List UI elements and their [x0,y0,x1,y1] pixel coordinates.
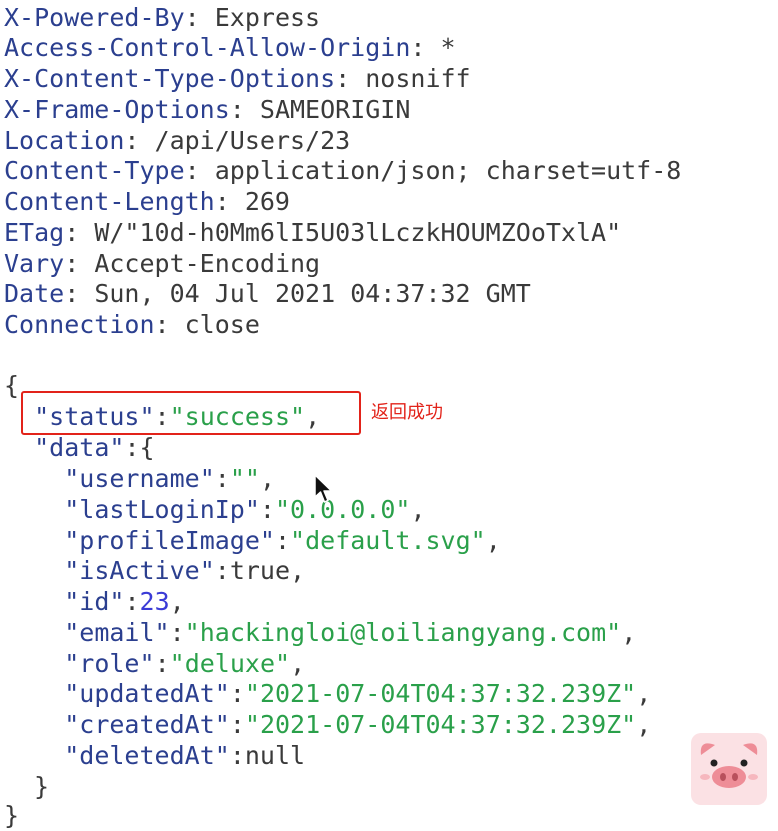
header-name: Content-Type [4,156,185,185]
json-field-line: "updatedAt":"2021-07-04T04:37:32.239Z", [64,679,652,708]
json-field-line: "createdAt":"2021-07-04T04:37:32.239Z", [64,710,652,739]
json-inner-close-brace: } [34,772,50,801]
json-field-line: "role":"deluxe", [64,649,306,678]
header-value: close [184,310,260,339]
json-key: lastLoginIp [79,495,245,524]
header-line: X-Content-Type-Options: nosniff [4,64,471,93]
json-key: createdAt [79,710,215,739]
header-name: Location [4,126,125,155]
json-field-line: "id":23, [64,587,185,616]
header-value: Sun, 04 Jul 2021 04:37:32 GMT [94,279,531,308]
header-name: X-Powered-By [4,3,185,32]
json-field-line: "username":"", [64,464,276,493]
json-string-value: default.svg [305,526,471,555]
json-key: id [79,587,110,616]
json-key: deletedAt [79,741,215,770]
header-line: Date: Sun, 04 Jul 2021 04:37:32 GMT [4,279,531,308]
json-string-value: hackingloi@loiliangyang.com [199,618,607,647]
json-field-line: "email":"hackingloi@loiliangyang.com", [64,618,637,647]
header-name: Date [4,279,65,308]
header-value: * [440,33,456,62]
pig-mascot-icon [691,733,767,805]
json-field-line: "isActive":true, [64,556,306,585]
header-name: Access-Control-Allow-Origin [4,33,411,62]
header-name: Connection [4,310,155,339]
header-line: ETag: W/"10d-h0Mm6lI5U03lLczkHOUMZOoTxlA… [4,218,622,247]
json-string-value: 2021-07-04T04:37:32.239Z [259,679,622,708]
header-line: Connection: close [4,310,260,339]
header-value: application/json; charset=utf-8 [214,156,682,185]
header-name: X-Content-Type-Options [4,64,336,93]
json-null-value: null [244,741,306,770]
header-line: X-Frame-Options: SAMEORIGIN [4,95,411,124]
annotation-highlight-box [21,391,361,435]
header-name: Vary [4,249,65,278]
json-key: data [49,433,110,462]
header-value: 269 [244,187,290,216]
header-line: Content-Length: 269 [4,187,290,216]
mouse-cursor-icon [313,473,335,511]
json-field-line: "deletedAt":null [64,741,306,770]
header-line: X-Powered-By: Express [4,3,321,32]
json-boolean-value: true [229,556,291,585]
json-string-value: deluxe [184,649,275,678]
json-field-line: "lastLoginIp":"0.0.0.0", [64,495,426,524]
json-key: profileImage [79,526,260,555]
json-string-value: 2021-07-04T04:37:32.239Z [259,710,622,739]
header-line: Location: /api/Users/23 [4,126,351,155]
header-name: ETag [4,218,65,247]
header-line: Content-Type: application/json; charset=… [4,156,682,185]
json-field-line: "profileImage":"default.svg", [64,526,501,555]
json-key: isActive [79,556,200,585]
json-close-brace: } [4,801,20,830]
header-value: Accept-Encoding [94,249,321,278]
header-name: X-Frame-Options [4,95,230,124]
json-key: email [79,618,155,647]
header-line: Vary: Accept-Encoding [4,249,321,278]
json-data-line: "data":{ [34,433,155,462]
header-line: Access-Control-Allow-Origin: * [4,33,456,62]
header-value: Express [214,3,321,32]
header-value: nosniff [365,64,471,93]
json-key: role [79,649,140,678]
json-key: username [79,464,200,493]
json-open-brace: { [4,371,20,400]
json-number-value: 23 [139,587,170,616]
annotation-label: 返回成功 [371,402,443,423]
json-string-value: 0.0.0.0 [290,495,396,524]
header-name: Content-Length [4,187,215,216]
header-value: W/"10d-h0Mm6lI5U03lLczkHOUMZOoTxlA" [94,218,622,247]
json-key: updatedAt [79,679,215,708]
header-value: /api/Users/23 [154,126,351,155]
header-value: SAMEORIGIN [259,95,411,124]
